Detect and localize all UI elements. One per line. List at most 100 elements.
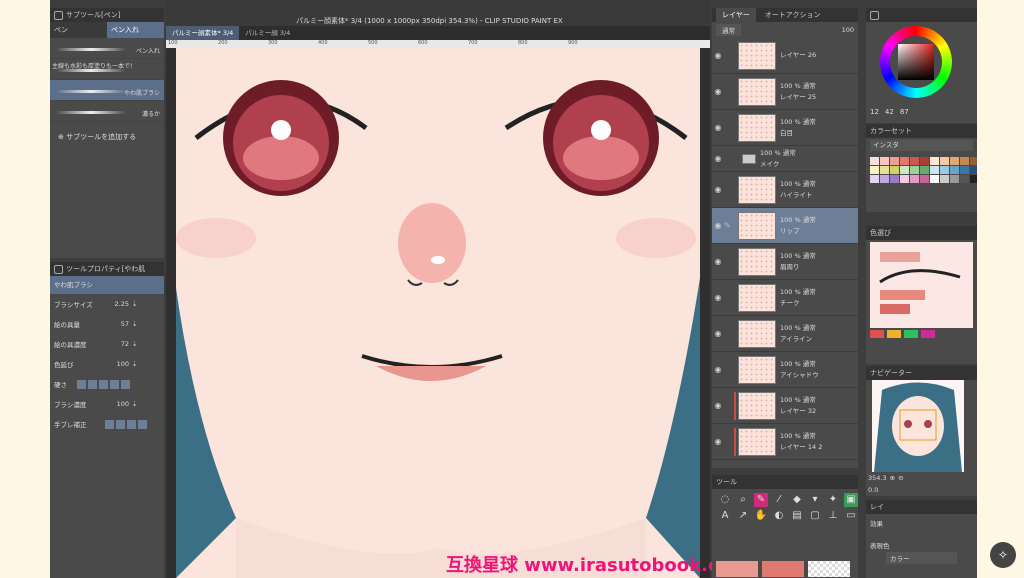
zoom-out-icon[interactable]: ⊖ bbox=[898, 474, 903, 482]
color-swatch[interactable] bbox=[930, 157, 939, 165]
text-icon[interactable]: A bbox=[718, 509, 732, 523]
color-swatch[interactable] bbox=[920, 166, 929, 174]
saturation-square[interactable] bbox=[898, 44, 934, 80]
eye-icon[interactable]: ◉ bbox=[712, 293, 724, 302]
transparent-swatch[interactable] bbox=[808, 561, 850, 577]
move-icon[interactable]: ↗ bbox=[736, 509, 750, 523]
eye-icon[interactable]: ◉ bbox=[712, 401, 724, 410]
sub-color-swatch[interactable] bbox=[762, 561, 804, 577]
stepper-icon[interactable]: ⇣ bbox=[132, 300, 137, 308]
swatch[interactable] bbox=[921, 330, 935, 338]
color-expression-select[interactable]: カラー bbox=[886, 552, 957, 564]
sparkle-icon[interactable]: ✦ bbox=[826, 493, 840, 507]
color-swatch[interactable] bbox=[930, 175, 939, 183]
color-swatch[interactable] bbox=[890, 175, 899, 183]
color-swatch[interactable] bbox=[880, 157, 889, 165]
value-value[interactable]: 87 bbox=[900, 108, 909, 116]
layer-row[interactable]: ◉ 100 % 通常 レイヤー 25 bbox=[712, 74, 858, 110]
color-swatch[interactable] bbox=[950, 157, 959, 165]
stabilization-selector[interactable] bbox=[105, 419, 147, 429]
color-swatch[interactable] bbox=[870, 166, 879, 174]
color-swatch[interactable] bbox=[910, 175, 919, 183]
color-swatch[interactable] bbox=[880, 175, 889, 183]
figure-icon[interactable]: ▣ bbox=[844, 493, 858, 507]
brush-item[interactable]: 濃るか bbox=[50, 101, 164, 122]
tab-document-1[interactable]: パルミー顔素体* 3/4 bbox=[166, 26, 240, 40]
color-swatch[interactable] bbox=[890, 166, 899, 174]
eye-icon[interactable]: ◉ bbox=[712, 87, 724, 96]
hue-value[interactable]: 12 bbox=[870, 108, 879, 116]
layer-row[interactable]: ◉ レイヤー 26 bbox=[712, 38, 858, 74]
color-swatch[interactable] bbox=[950, 166, 959, 174]
paint-amount-row[interactable]: 絵の具量 57 ⇣ bbox=[50, 314, 164, 334]
gradient-icon[interactable]: ▤ bbox=[790, 509, 804, 523]
color-swatch[interactable] bbox=[900, 175, 909, 183]
brush-item[interactable]: ペン入れ bbox=[50, 38, 164, 59]
eye-icon[interactable]: ◉ bbox=[712, 221, 724, 230]
pen-icon[interactable]: ✎ bbox=[754, 493, 768, 507]
color-swatch[interactable] bbox=[900, 166, 909, 174]
color-swatch[interactable] bbox=[940, 157, 949, 165]
zoom-in-icon[interactable]: ⊕ bbox=[890, 474, 895, 482]
eye-icon[interactable]: ◉ bbox=[712, 329, 724, 338]
stepper-icon[interactable]: ⇣ bbox=[132, 360, 137, 368]
hardness-row[interactable]: 硬さ bbox=[50, 374, 164, 394]
layer-row[interactable]: ◉ 100 % 通常 メイク bbox=[712, 146, 858, 172]
brush-item[interactable]: 主線も水彩も厚塗りも一本で! bbox=[50, 59, 164, 80]
brush-item-selected[interactable]: やわ肌ブラシ bbox=[50, 80, 164, 101]
opacity-value[interactable]: 100 bbox=[842, 26, 854, 34]
saturation-value[interactable]: 42 bbox=[885, 108, 894, 116]
add-subtool-button[interactable]: ⊕ サブツールを追加する bbox=[50, 122, 164, 152]
paint-density-row[interactable]: 絵の具濃度 72 ⇣ bbox=[50, 334, 164, 354]
eye-icon[interactable]: ◉ bbox=[712, 365, 724, 374]
color-swatch[interactable] bbox=[890, 157, 899, 165]
color-swatch[interactable] bbox=[910, 166, 919, 174]
color-swatch[interactable] bbox=[970, 166, 977, 174]
layer-row[interactable]: ◉ 100 % 通常 レイヤー 14 2 bbox=[712, 424, 858, 460]
layer-row[interactable]: ◉ 100 % 通常 レイヤー 32 bbox=[712, 388, 858, 424]
eye-icon[interactable]: ◉ bbox=[712, 123, 724, 132]
color-stretch-row[interactable]: 色延び 100 ⇣ bbox=[50, 354, 164, 374]
color-set-dropdown[interactable]: インスタ bbox=[870, 140, 973, 151]
reference-image[interactable] bbox=[870, 242, 973, 328]
swatch[interactable] bbox=[904, 330, 918, 338]
eye-icon[interactable]: ◉ bbox=[712, 51, 724, 60]
tab-layer[interactable]: レイヤー bbox=[716, 8, 756, 22]
stepper-icon[interactable]: ⇣ bbox=[132, 320, 137, 328]
brush-size-row[interactable]: ブラシサイズ 2.25 ⇣ bbox=[50, 294, 164, 314]
hardness-selector[interactable] bbox=[77, 379, 130, 389]
color-swatch[interactable] bbox=[870, 157, 879, 165]
eye-icon[interactable]: ◉ bbox=[712, 185, 724, 194]
color-swatch[interactable] bbox=[940, 166, 949, 174]
color-swatch[interactable] bbox=[960, 166, 969, 174]
canvas-artwork[interactable] bbox=[176, 48, 700, 578]
subtool-tab-pen[interactable]: ペン bbox=[50, 22, 107, 38]
frame-icon[interactable]: ▢ bbox=[808, 509, 822, 523]
angle-value[interactable]: 0.0 bbox=[868, 486, 878, 494]
stabilization-row[interactable]: 手ブレ補正 bbox=[50, 414, 164, 434]
layer-row[interactable]: ◉ 100 % 通常 白目 bbox=[712, 110, 858, 146]
layer-row[interactable]: ◉ 100 % 通常 ハイライト bbox=[712, 172, 858, 208]
color-swatch[interactable] bbox=[910, 157, 919, 165]
balloon-icon[interactable]: ▭ bbox=[844, 509, 858, 523]
color-swatch[interactable] bbox=[940, 175, 949, 183]
subtool-tab-inking[interactable]: ペン入れ bbox=[107, 22, 164, 38]
color-swatch[interactable] bbox=[970, 175, 977, 183]
eye-icon[interactable]: ◉ bbox=[712, 437, 724, 446]
swatch[interactable] bbox=[870, 330, 884, 338]
eye-icon[interactable]: ◉ bbox=[712, 257, 724, 266]
layer-row[interactable]: ◉ ✎ 100 % 通常 リップ bbox=[712, 208, 858, 244]
color-swatch[interactable] bbox=[930, 166, 939, 174]
tab-document-2[interactable]: パルミー顔 3/4 bbox=[239, 26, 296, 40]
color-swatch[interactable] bbox=[920, 157, 929, 165]
stepper-icon[interactable]: ⇣ bbox=[132, 400, 137, 408]
ruler-icon[interactable]: ⊥ bbox=[826, 509, 840, 523]
blend-icon[interactable]: ◐ bbox=[772, 509, 786, 523]
eraser-icon[interactable]: ◆ bbox=[790, 493, 804, 507]
eyedropper-icon[interactable]: ⁄ bbox=[772, 493, 786, 507]
main-color-swatch[interactable] bbox=[716, 561, 758, 577]
zoom-value[interactable]: 354.3 bbox=[868, 474, 887, 482]
color-swatch[interactable] bbox=[970, 157, 977, 165]
zoom-icon[interactable]: ⌕ bbox=[736, 493, 750, 507]
color-swatch[interactable] bbox=[900, 157, 909, 165]
